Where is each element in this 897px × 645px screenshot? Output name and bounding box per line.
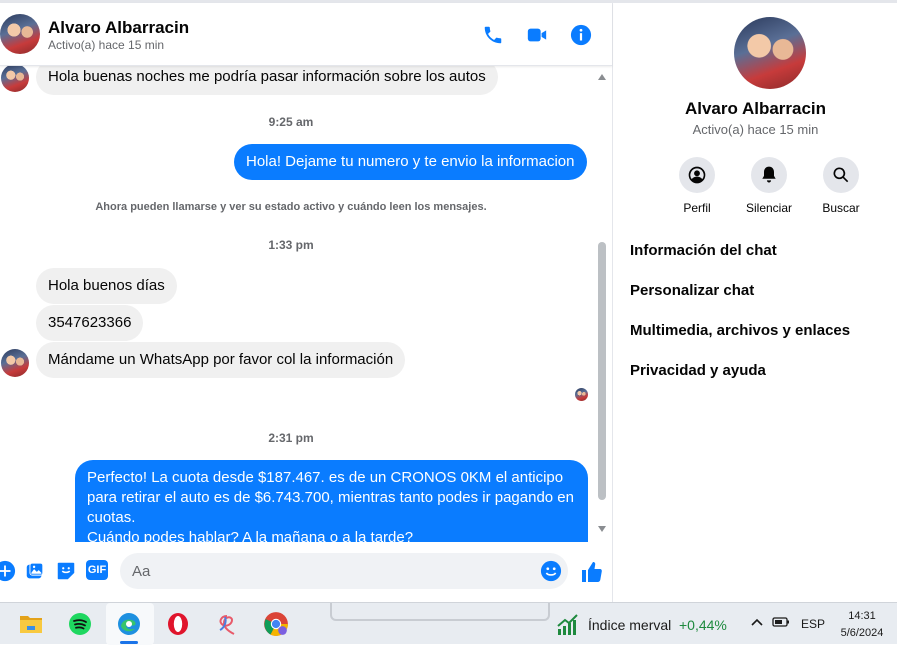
contact-profile-photo[interactable] <box>734 17 806 89</box>
customize-chat-item[interactable]: Personalizar chat <box>630 282 754 299</box>
search-action[interactable]: Buscar <box>811 157 871 215</box>
file-explorer-icon[interactable] <box>18 611 44 637</box>
message-list[interactable]: Hola buenas noches me podría pasar infor… <box>0 66 612 542</box>
contact-details-panel: Alvaro Albarracin Activo(a) hace 15 min … <box>614 3 897 602</box>
phone-icon <box>484 26 502 44</box>
incoming-message[interactable]: 3547623366 <box>36 305 144 341</box>
plus-circle-icon <box>0 560 16 582</box>
call-button[interactable] <box>481 23 505 47</box>
edge-browser-icon[interactable] <box>116 611 142 637</box>
incoming-message[interactable]: Mándame un WhatsApp por favor col la inf… <box>36 342 406 378</box>
message-text: Perfecto! La cuota desde $187.467. es de… <box>87 469 574 526</box>
chat-column: Alvaro Albarracin Activo(a) hace 15 min … <box>0 3 613 602</box>
profile-button[interactable] <box>679 157 715 193</box>
message-text: Cuándo podes hablar? A la mañana o a la … <box>87 529 414 542</box>
chat-info-item[interactable]: Información del chat <box>630 242 777 259</box>
scroll-down-arrow[interactable] <box>598 526 606 532</box>
language-indicator[interactable]: ESP <box>801 617 825 631</box>
emoji-icon[interactable] <box>540 560 562 582</box>
app-icon[interactable] <box>214 611 240 637</box>
messenger-window: Alvaro Albarracin Activo(a) hace 15 min … <box>0 0 897 602</box>
stock-chart-icon[interactable] <box>556 613 580 637</box>
mute-action[interactable]: Silenciar <box>739 157 799 215</box>
sender-avatar <box>1 349 29 377</box>
outgoing-message[interactable]: Hola! Dejame tu numero y te envio la inf… <box>234 144 587 180</box>
panel-contact-status: Activo(a) hace 15 min <box>692 122 819 137</box>
profile-label: Perfil <box>683 201 711 215</box>
search-label: Buscar <box>822 201 860 215</box>
contact-avatar[interactable] <box>0 14 40 54</box>
chrome-browser-icon[interactable] <box>263 611 289 637</box>
gif-button[interactable]: GIF <box>86 560 108 580</box>
clock-time: 14:31 <box>848 610 876 622</box>
profile-icon <box>688 166 706 184</box>
media-files-links-item[interactable]: Multimedia, archivos y enlaces <box>630 322 850 339</box>
video-call-button[interactable] <box>525 23 549 47</box>
conversation-info-button[interactable] <box>569 23 593 47</box>
profile-action[interactable]: Perfil <box>667 157 727 215</box>
message-input[interactable] <box>132 553 532 589</box>
stock-widget-name[interactable]: Índice merval <box>588 617 671 633</box>
like-icon[interactable] <box>580 560 604 584</box>
privacy-help-item[interactable]: Privacidad y ayuda <box>630 362 766 379</box>
chat-header: Alvaro Albarracin Activo(a) hace 15 min <box>0 3 612 66</box>
contact-name[interactable]: Alvaro Albarracin <box>48 18 189 38</box>
timestamp: 2:31 pm <box>268 431 314 445</box>
clock-date: 5/6/2024 <box>840 627 884 639</box>
tray-overflow-icon[interactable] <box>750 615 764 632</box>
search-icon <box>833 167 849 183</box>
outgoing-message[interactable]: Perfecto! La cuota desde $187.467. es de… <box>75 460 588 542</box>
incoming-message[interactable]: Hola buenas noches me podría pasar infor… <box>36 66 498 95</box>
system-notice: Ahora pueden llamarse y ver su estado ac… <box>95 201 487 213</box>
sticker-icon <box>57 562 75 580</box>
mute-button[interactable] <box>751 157 787 193</box>
photo-icon <box>26 562 44 579</box>
opera-browser-icon[interactable] <box>165 611 191 637</box>
panel-contact-name: Alvaro Albarracin <box>684 99 827 118</box>
incoming-message[interactable]: Hola buenos días <box>36 268 177 304</box>
scroll-thumb[interactable] <box>598 242 606 500</box>
timestamp: 1:33 pm <box>268 238 314 252</box>
more-actions-button[interactable] <box>0 560 16 582</box>
message-input-container[interactable] <box>120 553 568 589</box>
attach-photo-button[interactable] <box>24 560 46 582</box>
message-scrollbar[interactable] <box>596 72 608 538</box>
battery-icon[interactable] <box>772 615 790 632</box>
contact-status: Activo(a) hace 15 min <box>48 38 165 52</box>
sender-avatar <box>1 66 29 92</box>
stock-widget-change[interactable]: +0,44% <box>679 617 727 633</box>
composer: GIF <box>0 543 612 602</box>
info-icon <box>570 24 592 46</box>
seen-receipt-avatar <box>575 388 588 401</box>
spotify-icon[interactable] <box>67 611 93 637</box>
mute-label: Silenciar <box>745 201 793 215</box>
search-button[interactable] <box>823 157 859 193</box>
system-clock[interactable]: 14:31 5/6/2024 <box>836 608 888 642</box>
video-icon <box>527 28 547 42</box>
windows-taskbar: Índice merval +0,44% ESP 14:31 5/6/2024 <box>0 602 897 645</box>
bell-icon <box>762 166 776 183</box>
timestamp: 9:25 am <box>268 115 314 129</box>
sticker-button[interactable] <box>55 560 77 582</box>
taskbar-search-area[interactable] <box>330 603 550 621</box>
scroll-up-arrow[interactable] <box>598 74 606 80</box>
